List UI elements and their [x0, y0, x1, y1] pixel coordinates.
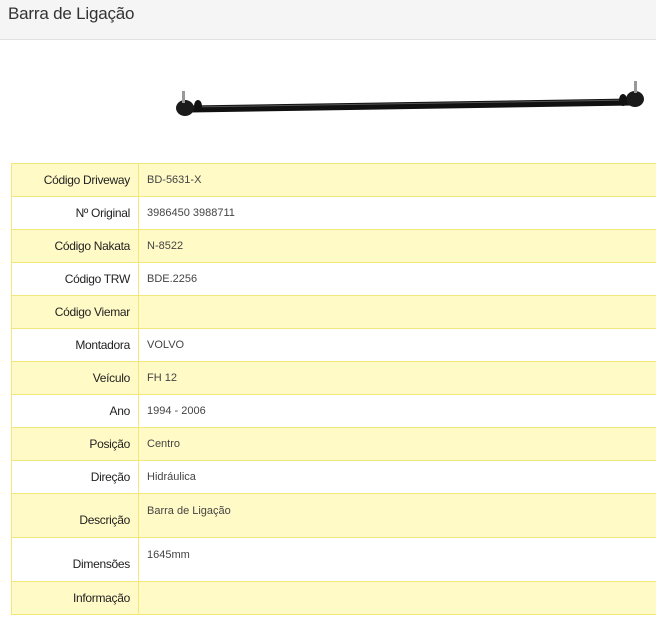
spec-value	[138, 295, 656, 329]
spec-label: Posição	[11, 427, 139, 461]
spec-value: Barra de Ligação	[138, 493, 656, 538]
spec-value: FH 12	[138, 361, 656, 395]
spec-row: Código Viemar	[11, 295, 656, 329]
spec-row: Posição Centro	[11, 427, 656, 461]
spec-value: 3986450 3988711	[138, 196, 656, 230]
spec-value: BD-5631-X	[138, 163, 656, 197]
spec-row: Código Nakata N-8522	[11, 229, 656, 263]
spec-row: Dimensões 1645mm	[11, 537, 656, 582]
spec-row: Direção Hidráulica	[11, 460, 656, 494]
spec-label: Informação	[11, 581, 139, 615]
specs-table: Código Driveway BD-5631-X Nº Original 39864…	[11, 163, 656, 615]
spec-label: Nº Original	[11, 196, 139, 230]
spec-value: Hidráulica	[138, 460, 656, 494]
spec-label: Dimensões	[11, 537, 139, 582]
spec-label: Direção	[11, 460, 139, 494]
spec-label: Montadora	[11, 328, 139, 362]
spec-row: Código TRW BDE.2256	[11, 262, 656, 296]
spec-label: Código Driveway	[11, 163, 139, 197]
spec-row: Veículo FH 12	[11, 361, 656, 395]
spec-value: 1994 - 2006	[138, 394, 656, 428]
spec-value: Centro	[138, 427, 656, 461]
spec-value: BDE.2256	[138, 262, 656, 296]
spec-row: Montadora VOLVO	[11, 328, 656, 362]
tie-rod-image	[176, 81, 644, 116]
spec-value: 1645mm	[138, 537, 656, 582]
spec-label: Ano	[11, 394, 139, 428]
spec-value: N-8522	[138, 229, 656, 263]
spec-row: Descrição Barra de Ligação	[11, 493, 656, 538]
spec-value: VOLVO	[138, 328, 656, 362]
spec-label: Descrição	[11, 493, 139, 538]
spec-label: Código Viemar	[11, 295, 139, 329]
page-title: Barra de Ligação	[8, 4, 135, 23]
spec-label: Código TRW	[11, 262, 139, 296]
spec-row: Informação	[11, 581, 656, 615]
page-header: Barra de Ligação	[0, 0, 656, 40]
spec-row: Ano 1994 - 2006	[11, 394, 656, 428]
spec-row: Código Driveway BD-5631-X	[11, 163, 656, 197]
spec-label: Veículo	[11, 361, 139, 395]
spec-label: Código Nakata	[11, 229, 139, 263]
spec-value	[138, 581, 656, 615]
spec-row: Nº Original 3986450 3988711	[11, 196, 656, 230]
